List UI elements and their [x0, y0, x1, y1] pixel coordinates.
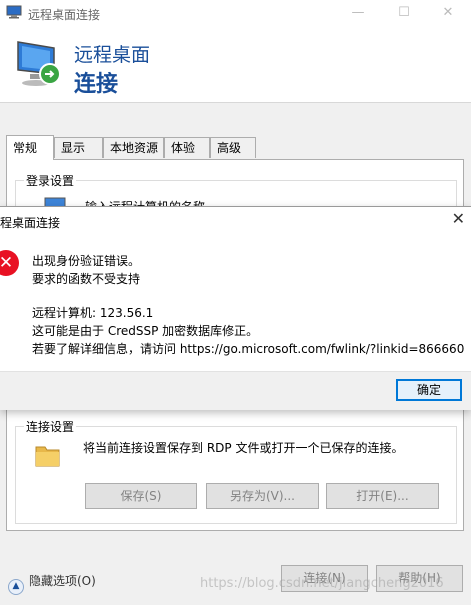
title-bar: 远程桌面连接 — ☐ ✕ [0, 0, 471, 26]
close-button[interactable]: ✕ [425, 0, 471, 26]
remote-desktop-logo-icon [17, 41, 61, 86]
credssp-line: 这可能是由于 CredSSP 加密数据库修正。 [32, 324, 259, 338]
open-button[interactable]: 打开(E)... [326, 483, 439, 509]
error-dialog: 程桌面连接 ✕ ✕ 出现身份验证错误。 要求的函数不受支持 远程计算机: 123… [0, 206, 471, 410]
tab-experience[interactable]: 体验 [164, 137, 210, 158]
header-title-line1: 远程桌面 [74, 44, 151, 66]
login-settings-label: 登录设置 [24, 172, 77, 189]
dialog-close-button[interactable]: ✕ [452, 209, 465, 228]
tab-display[interactable]: 显示 [54, 137, 103, 158]
window-title: 远程桌面连接 [28, 8, 101, 22]
hide-options-toggle[interactable]: ▲ 隐藏选项(O) [8, 572, 96, 595]
header-title-line2: 连接 [74, 72, 119, 97]
more-info-line: 若要了解详细信息，请访问 https://go.microsoft.com/fw… [32, 342, 465, 356]
hide-options-label: 隐藏选项(O) [29, 574, 96, 588]
error-message-line2: 要求的函数不受支持 [32, 272, 141, 286]
save-as-button[interactable]: 另存为(V)... [206, 483, 319, 509]
save-button[interactable]: 保存(S) [85, 483, 197, 509]
tab-advanced[interactable]: 高级 [210, 137, 256, 158]
connection-description: 将当前连接设置保存到 RDP 文件或打开一个已保存的连接。 [83, 441, 404, 455]
connection-settings-label: 连接设置 [24, 418, 77, 435]
ok-button[interactable]: 确定 [396, 379, 462, 401]
tab-general[interactable]: 常规 [6, 135, 54, 160]
dialog-title: 程桌面连接 [0, 216, 61, 230]
folder-icon [35, 446, 60, 467]
header-banner: 远程桌面 连接 [0, 26, 471, 103]
remote-desktop-app-icon [6, 5, 22, 19]
minimize-button[interactable]: — [335, 0, 381, 26]
error-message-line1: 出现身份验证错误。 [32, 254, 141, 268]
remote-computer-line: 远程计算机: 123.56.1 [32, 306, 154, 320]
dialog-footer: 确定 [0, 371, 471, 410]
maximize-button[interactable]: ☐ [381, 0, 427, 26]
chevron-up-icon: ▲ [8, 579, 24, 595]
watermark: https://blog.csdn.net/jiangcheng2016 [200, 576, 444, 591]
error-icon: ✕ [0, 250, 19, 276]
tab-local-resources[interactable]: 本地资源 [103, 137, 164, 158]
